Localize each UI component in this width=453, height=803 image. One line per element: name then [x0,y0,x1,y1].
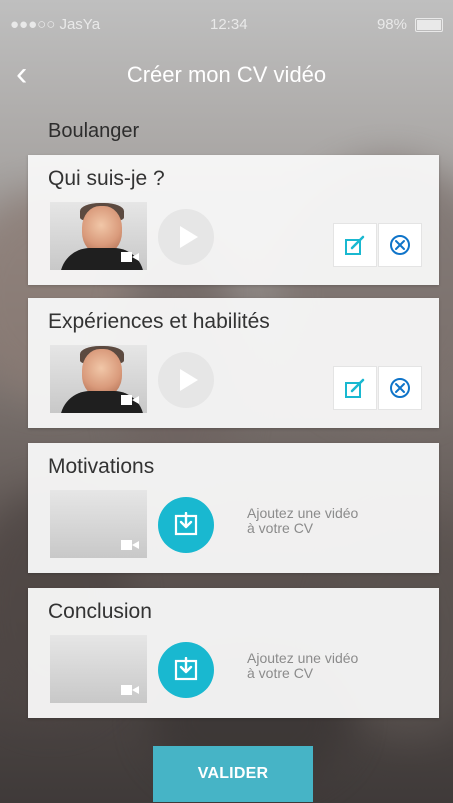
card-title: Motivations [48,455,155,478]
video-camera-icon [121,540,139,550]
video-camera-icon [121,252,139,262]
play-icon [180,226,198,248]
hint-line-2: à votre CV [247,520,314,536]
remove-icon [390,378,410,398]
upload-icon [174,512,198,536]
video-placeholder [50,635,147,703]
card-title: Expériences et habilités [48,310,270,333]
video-placeholder [50,490,147,558]
card-title: Conclusion [48,600,152,623]
video-camera-icon [121,395,139,405]
face-shape [82,349,122,397]
video-card-motivations: Motivations Ajoutez une vidéo à votre CV [28,443,439,573]
remove-button[interactable] [378,366,422,410]
video-card-qui-suis-je: Qui suis-je ? [28,155,439,285]
video-thumbnail[interactable] [50,345,147,413]
card-title: Qui suis-je ? [48,167,165,190]
page-title: Créer mon CV vidéo [126,62,327,87]
header: ‹ Créer mon CV vidéo [0,46,453,104]
carrier-label: ●●●○○ JasYa [10,16,101,33]
battery-label: 98% [376,16,407,33]
battery-icon [415,18,443,32]
play-button[interactable] [158,352,214,408]
video-card-conclusion: Conclusion Ajoutez une vidéo à votre CV [28,588,439,718]
add-video-button[interactable] [158,497,214,553]
add-video-hint: Ajoutez une vidéo à votre CV [247,506,358,536]
edit-button[interactable] [333,223,377,267]
upload-icon [174,657,198,681]
status-bar: ●●●○○ JasYa 12:34 98% [0,0,453,46]
face-shape [82,206,122,254]
edit-icon [345,235,365,255]
play-button[interactable] [158,209,214,265]
video-card-experiences: Expériences et habilités [28,298,439,428]
add-video-button[interactable] [158,642,214,698]
edit-button[interactable] [333,366,377,410]
clock-label: 12:34 [210,16,248,33]
video-camera-icon [121,685,139,695]
video-thumbnail[interactable] [50,202,147,270]
remove-button[interactable] [378,223,422,267]
section-title: Boulanger [48,120,140,142]
hint-line-1: Ajoutez une vidéo [247,650,359,666]
hint-line-2: à votre CV [247,665,314,681]
remove-icon [390,235,410,255]
add-video-hint: Ajoutez une vidéo à votre CV [247,651,358,681]
edit-icon [345,378,365,398]
hint-line-1: Ajoutez une vidéo [247,505,359,521]
validate-button[interactable]: VALIDER [153,746,313,802]
play-icon [180,369,198,391]
